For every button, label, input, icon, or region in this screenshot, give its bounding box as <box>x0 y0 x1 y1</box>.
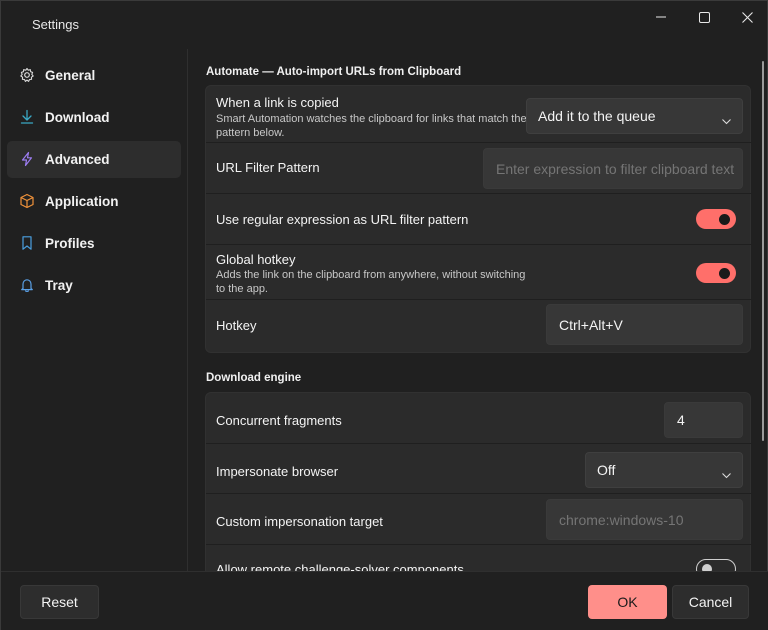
minimize-button[interactable] <box>639 1 683 33</box>
impersonate-row: Impersonate browser Off <box>206 444 752 494</box>
download-icon <box>19 109 35 125</box>
minimize-icon <box>656 12 666 22</box>
toggle-knob <box>719 267 730 279</box>
custom-target-input-box[interactable] <box>546 499 743 540</box>
sidebar-item-label: Advanced <box>45 152 110 167</box>
section-title-automate: Automate — Auto-import URLs from Clipboa… <box>206 66 462 78</box>
url-filter-row: URL Filter Pattern <box>206 143 752 194</box>
sidebar-item-general[interactable]: General <box>7 57 181 94</box>
url-filter-label: URL Filter Pattern <box>216 160 320 175</box>
sidebar-item-profiles[interactable]: Profiles <box>7 225 181 262</box>
impersonate-dropdown[interactable]: Off <box>585 452 743 488</box>
close-icon <box>741 11 753 23</box>
reset-button[interactable]: Reset <box>20 585 99 619</box>
automate-card: When a link is copied Smart Automation w… <box>205 85 752 353</box>
when-copied-value: Add it to the queue <box>538 108 656 124</box>
concurrent-value: 4 <box>677 412 685 428</box>
when-copied-dropdown[interactable]: Add it to the queue <box>526 98 743 134</box>
sidebar-item-application[interactable]: Application <box>7 183 181 220</box>
chevron-down-icon <box>722 112 731 128</box>
settings-window: Settings General Download Advanced Appli… <box>0 0 768 630</box>
global-hotkey-label: Global hotkey <box>216 252 296 267</box>
sidebar-item-tray[interactable]: Tray <box>7 267 181 304</box>
remote-challenge-row: Allow remote challenge-solver components <box>206 545 752 571</box>
sidebar-item-label: Download <box>45 110 110 125</box>
hotkey-row: Hotkey Ctrl+Alt+V <box>206 300 752 353</box>
cancel-button[interactable]: Cancel <box>672 585 749 619</box>
custom-target-label: Custom impersonation target <box>216 514 383 529</box>
when-copied-description: Smart Automation watches the clipboard f… <box>216 113 527 139</box>
impersonate-label: Impersonate browser <box>216 464 339 479</box>
custom-target-row: Custom impersonation target <box>206 494 752 545</box>
sidebar-item-label: Tray <box>45 278 73 293</box>
custom-target-input[interactable] <box>559 511 742 528</box>
use-regex-row: Use regular expression as URL filter pat… <box>206 194 752 245</box>
lightning-icon <box>19 151 35 167</box>
hotkey-input[interactable]: Ctrl+Alt+V <box>546 304 743 345</box>
title-bar: Settings <box>1 1 768 41</box>
dialog-footer: Reset OK Cancel <box>1 571 768 630</box>
concurrent-row: Concurrent fragments 4 <box>206 393 752 444</box>
url-filter-input[interactable] <box>496 160 742 177</box>
sidebar-item-label: Application <box>45 194 119 209</box>
scrollbar-thumb[interactable] <box>762 61 764 441</box>
hotkey-label: Hotkey <box>216 318 257 333</box>
when-copied-label: When a link is copied <box>216 95 339 110</box>
use-regex-toggle[interactable] <box>696 209 736 229</box>
box-icon <box>19 193 35 209</box>
toggle-knob <box>719 213 730 225</box>
global-hotkey-toggle[interactable] <box>696 263 736 283</box>
hotkey-value: Ctrl+Alt+V <box>559 316 623 333</box>
concurrent-label: Concurrent fragments <box>216 413 342 428</box>
sidebar-item-download[interactable]: Download <box>7 99 181 136</box>
settings-content[interactable]: Automate — Auto-import URLs from Clipboa… <box>188 49 758 571</box>
sidebar-item-label: Profiles <box>45 236 95 251</box>
chevron-down-icon <box>722 466 731 482</box>
bell-icon <box>19 277 35 293</box>
global-hotkey-row: Global hotkey Adds the link on the clipb… <box>206 245 752 300</box>
window-title: Settings <box>32 17 79 32</box>
remote-challenge-label: Allow remote challenge-solver components <box>216 562 464 571</box>
url-filter-input-box[interactable] <box>483 148 743 189</box>
remote-challenge-toggle[interactable] <box>696 559 736 571</box>
when-copied-row: When a link is copied Smart Automation w… <box>206 86 752 143</box>
maximize-button[interactable] <box>682 1 726 33</box>
close-button[interactable] <box>725 1 768 33</box>
content-scrollbar[interactable] <box>761 61 765 441</box>
use-regex-label: Use regular expression as URL filter pat… <box>216 212 469 227</box>
concurrent-input[interactable]: 4 <box>664 402 743 438</box>
section-title-engine: Download engine <box>206 372 302 384</box>
gear-icon <box>19 67 35 83</box>
impersonate-value: Off <box>597 462 616 478</box>
ok-button[interactable]: OK <box>588 585 667 619</box>
maximize-icon <box>698 11 710 23</box>
toggle-knob <box>702 564 712 571</box>
sidebar-item-label: General <box>45 68 96 83</box>
engine-card: Concurrent fragments 4 Impersonate brows… <box>205 392 752 571</box>
bookmark-icon <box>19 235 35 251</box>
sidebar-item-advanced[interactable]: Advanced <box>7 141 181 178</box>
global-hotkey-description: Adds the link on the clipboard from anyw… <box>216 269 526 295</box>
